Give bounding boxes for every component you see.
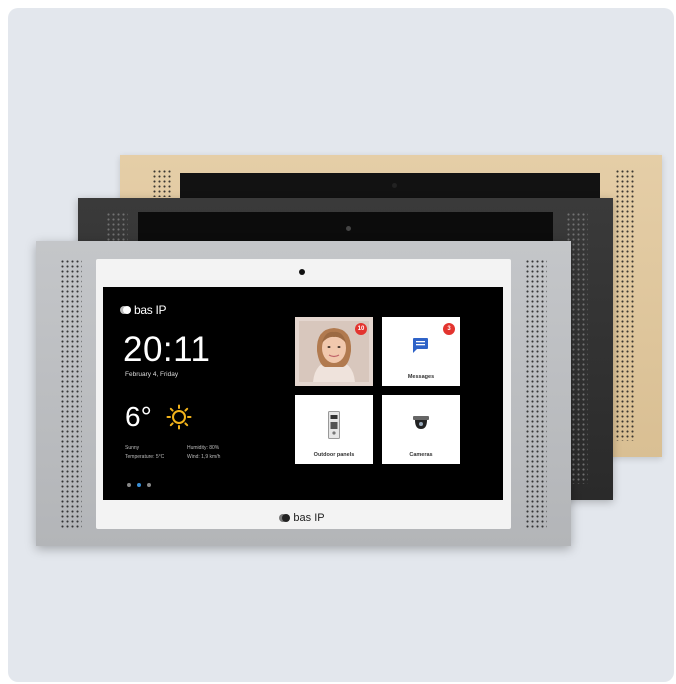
messages-label: Messages [407, 374, 435, 380]
screen-logo-text: bas IP [134, 303, 167, 317]
weather-details-left: Sunny Temperature: 5°C [125, 444, 164, 462]
basip-logo-icon [120, 305, 132, 315]
dome-camera-icon [413, 416, 429, 429]
page-dot-active[interactable] [137, 483, 141, 487]
outdoor-panels-label: Outdoor panels [313, 452, 355, 458]
front-camera [299, 269, 305, 275]
outdoor-panel-icon [328, 411, 340, 439]
weather-details-right: Humidity: 80% Wind: 1,9 km/h [187, 444, 220, 462]
silver-panel-speaker-right [525, 259, 547, 529]
page-dot[interactable] [147, 483, 151, 487]
messages-tile[interactable]: 3 Messages [382, 317, 460, 386]
intercom-screen: bas IP 20:11 February 4, Friday 6° Sunny… [103, 287, 503, 500]
screen-logo: bas IP [120, 303, 167, 317]
basip-logo-icon [279, 513, 291, 523]
white-bezel: bas IP 20:11 February 4, Friday 6° Sunny… [96, 259, 511, 529]
page-dot[interactable] [127, 483, 131, 487]
cameras-label: Cameras [409, 452, 433, 458]
video-call-tile[interactable]: 10 [295, 317, 373, 386]
bezel-logo-text: bas IP [293, 512, 325, 524]
sun-icon [166, 404, 192, 430]
message-icon [413, 338, 428, 353]
product-image-card: bas IP 20:11 February 4, Friday 6° Sunny… [8, 8, 674, 682]
gold-panel-screen-edge [180, 173, 600, 199]
weather-condition: Sunny [125, 445, 140, 451]
clock-time: 20:11 [123, 330, 211, 369]
gold-panel-camera [392, 183, 397, 188]
gold-panel-speaker-right [615, 169, 635, 441]
bezel-logo: bas IP [96, 512, 511, 524]
clock-date: February 4, Friday [125, 371, 179, 378]
cameras-tile[interactable]: Cameras [382, 395, 460, 464]
silver-intercom-panel: bas IP 20:11 February 4, Friday 6° Sunny… [36, 241, 571, 546]
page-indicator[interactable] [127, 483, 151, 487]
messages-badge: 3 [443, 323, 455, 335]
outdoor-panels-tile[interactable]: Outdoor panels [295, 395, 373, 464]
gold-panel-speaker-left [152, 169, 172, 197]
weather-temperature: Temperature: 5°C [125, 454, 165, 460]
black-panel-camera [346, 226, 351, 231]
silver-panel-speaker-left [60, 259, 82, 529]
call-badge: 10 [355, 323, 367, 335]
temperature: 6° [125, 401, 152, 432]
weather-wind: Wind: 1,9 km/h [187, 454, 221, 460]
weather-humidity: Humidity: 80% [187, 445, 220, 451]
